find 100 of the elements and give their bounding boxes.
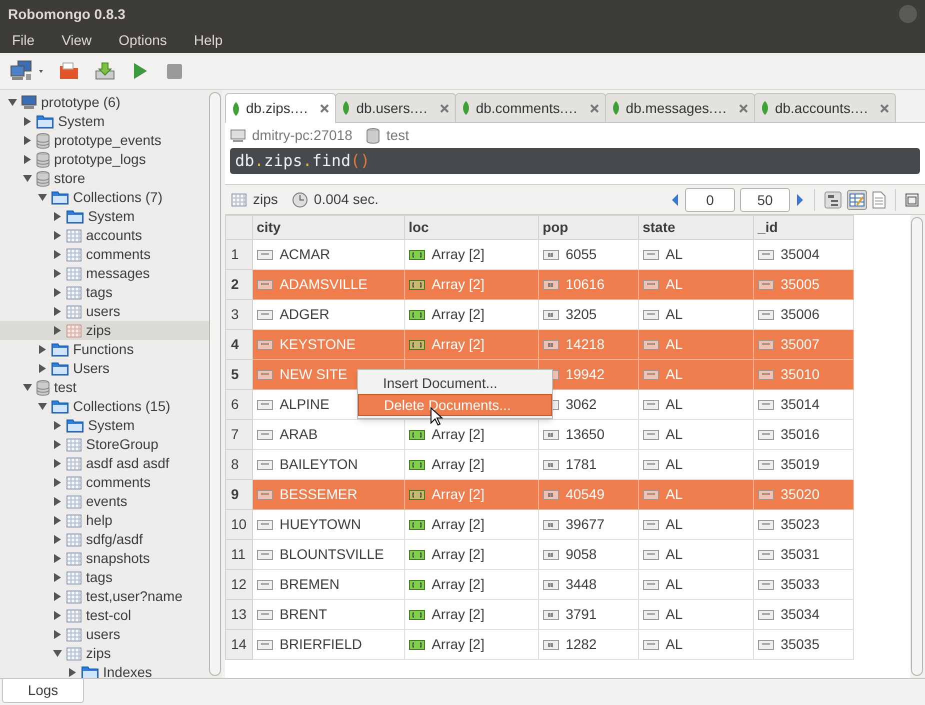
row-number: 9	[226, 480, 252, 510]
menu-item[interactable]: View	[62, 30, 92, 51]
tree-item[interactable]: prototype (6)	[41, 92, 120, 113]
selected-row[interactable]: 9 BESSEMER Array [2] 40549 AL 35020	[226, 480, 854, 510]
tree-item[interactable]: snapshots	[86, 548, 150, 569]
tree-item[interactable]: StoreGroup	[86, 434, 158, 455]
tree-item[interactable]: test,user?name	[86, 586, 182, 607]
query-tab[interactable]: db.accounts.…	[754, 93, 896, 122]
tree-item[interactable]: prototype_logs	[54, 149, 146, 170]
string-type-icon	[642, 400, 659, 410]
tree-item[interactable]: Collections (15)	[73, 396, 170, 417]
string-type-icon	[256, 400, 273, 410]
table-cell-text: KEYSTONE	[280, 335, 356, 354]
tree-item[interactable]: zips	[86, 643, 111, 664]
query-tab[interactable]: db.zips.…	[225, 93, 336, 123]
close-icon[interactable]	[440, 104, 449, 112]
tree-item[interactable]: accounts	[86, 225, 142, 246]
array-type-icon	[408, 430, 425, 440]
tree-item[interactable]: test	[54, 377, 77, 398]
string-type-icon	[758, 490, 774, 500]
tree-item[interactable]: tags	[86, 282, 112, 303]
tree-item[interactable]: System	[58, 111, 105, 132]
string-type-icon	[256, 610, 273, 620]
folder-icon	[66, 418, 84, 433]
close-icon[interactable]	[320, 104, 330, 113]
tree-item[interactable]: System	[88, 206, 135, 227]
string-type-icon	[642, 640, 659, 650]
table-cell-text: NEW SITE	[280, 365, 348, 384]
tree-item[interactable]: tags	[86, 567, 112, 588]
tree-item[interactable]: events	[86, 491, 128, 512]
selected-row[interactable]: 2 ADAMSVILLE Array [2] 10616 AL 35005	[226, 270, 854, 300]
column-header[interactable]: state	[638, 216, 754, 240]
tree-item[interactable]: prototype_events	[54, 130, 162, 151]
skip-field[interactable]: 0	[685, 188, 735, 212]
table-cell-text: AL	[666, 395, 683, 414]
connect-icon[interactable]	[10, 60, 44, 82]
string-type-icon	[256, 310, 273, 320]
selected-row[interactable]: 4 KEYSTONE Array [2] 14218 AL 35007	[226, 330, 854, 360]
tree-item[interactable]: zips	[86, 320, 111, 341]
query-tab[interactable]: db.comments.…	[454, 93, 606, 122]
menu-item[interactable]: Insert Document...	[358, 372, 552, 394]
menu-item[interactable]: Help	[194, 30, 223, 51]
tree-item[interactable]: asdf asd asdf	[86, 453, 170, 474]
tree-view-icon[interactable]	[824, 190, 842, 208]
clock-icon	[292, 192, 308, 208]
tree-item[interactable]: users	[86, 301, 120, 322]
tree-item[interactable]: Users	[73, 358, 110, 379]
tree-item[interactable]: messages	[86, 263, 150, 284]
table-view-icon[interactable]	[847, 190, 867, 210]
folder-icon	[66, 209, 84, 224]
tree-item[interactable]: store	[54, 168, 86, 189]
previous-page-icon[interactable]	[670, 192, 680, 206]
tree-item[interactable]: help	[86, 510, 112, 531]
table-cell-text: HUEYTOWN	[280, 515, 361, 534]
column-header[interactable]: city	[252, 216, 404, 240]
table-cell-text: 39677	[566, 515, 605, 534]
column-header[interactable]: loc	[404, 216, 538, 240]
tree-item[interactable]: Collections (7)	[73, 187, 162, 208]
scrollbar[interactable]	[209, 92, 221, 676]
array-type-icon	[408, 580, 425, 590]
tree-item[interactable]: System	[88, 415, 135, 436]
tree-item[interactable]: comments	[86, 244, 151, 265]
table-cell-text: Array [2]	[432, 335, 484, 354]
query-editor[interactable]: db.zips.find()	[230, 148, 920, 174]
tree-item[interactable]: Functions	[73, 339, 134, 360]
maximize-icon[interactable]	[905, 192, 919, 206]
table-cell-text: 3448	[566, 575, 597, 594]
logs-tab[interactable]: Logs	[2, 679, 84, 703]
query-tab[interactable]: db.users.…	[335, 93, 456, 122]
tree-item[interactable]: Indexes	[103, 662, 152, 678]
limit-field[interactable]: 50	[740, 188, 790, 212]
folder-icon[interactable]	[58, 61, 80, 81]
close-icon[interactable]	[590, 104, 599, 112]
table-cell-text: 35010	[780, 365, 820, 384]
tree-item[interactable]: comments	[86, 472, 151, 493]
save-icon[interactable]	[94, 61, 116, 81]
table-cell-text: Array [2]	[432, 575, 484, 594]
server-label: dmitry-pc:27018	[252, 126, 352, 145]
string-type-icon	[642, 280, 659, 290]
string-type-icon	[642, 430, 659, 440]
tree-item[interactable]: test-col	[86, 605, 132, 626]
table-icon	[66, 552, 82, 566]
leaf-icon	[612, 101, 620, 115]
number-type-icon	[542, 610, 559, 620]
array-type-icon	[408, 280, 425, 290]
tree-item[interactable]: users	[86, 624, 120, 645]
close-icon[interactable]	[738, 104, 748, 112]
table-cell-text: AL	[666, 515, 683, 534]
menu-item[interactable]: File	[12, 30, 35, 51]
scrollbar[interactable]	[911, 217, 923, 676]
table-cell-text: 6055	[566, 245, 597, 264]
tree-item[interactable]: sdfg/asdf	[86, 529, 143, 550]
next-page-icon[interactable]	[795, 192, 805, 206]
array-type-icon	[408, 460, 425, 470]
document-icon[interactable]	[872, 190, 886, 208]
close-icon[interactable]	[880, 104, 890, 112]
menu-item[interactable]: Options	[118, 30, 167, 51]
query-tab[interactable]: db.messages.…	[604, 93, 755, 122]
column-header[interactable]: _id	[753, 216, 854, 240]
column-header[interactable]: pop	[538, 216, 638, 240]
